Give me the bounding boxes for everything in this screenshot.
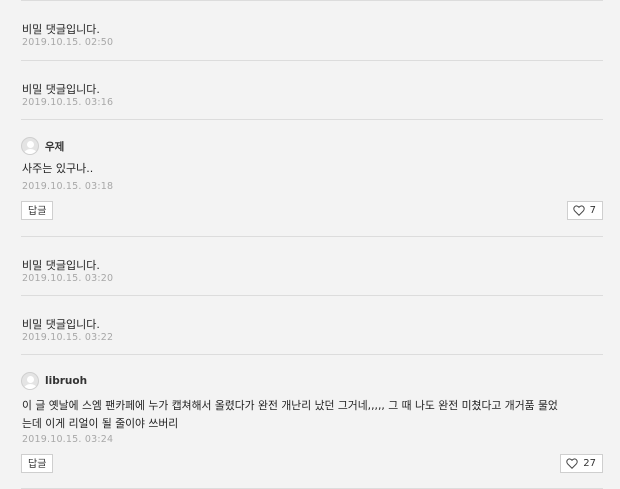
- secret-comment: 비밀 댓글입니다. 2019.10.15. 03:20: [21, 237, 603, 296]
- author-name[interactable]: libruoh: [45, 375, 87, 387]
- secret-comment-text: 비밀 댓글입니다.: [22, 83, 100, 96]
- comment-text-line: 이 글 옛날에 스엠 팬카페에 누가 캡쳐해서 올렸다가 완전 개난리 났던 그…: [22, 399, 558, 412]
- author-name[interactable]: 우제: [45, 139, 64, 154]
- secret-comment: 비밀 댓글입니다. 2019.10.15. 03:16: [21, 61, 603, 120]
- comment-text: 사주는 있구나..: [22, 162, 94, 175]
- like-button[interactable]: 27: [560, 454, 603, 473]
- comment-date: 2019.10.15. 03:16: [22, 97, 114, 108]
- secret-comment-text: 비밀 댓글입니다.: [22, 23, 100, 36]
- comment-date: 2019.10.15. 02:50: [22, 37, 114, 48]
- like-button[interactable]: 7: [566, 201, 603, 220]
- comment: libruoh 이 글 옛날에 스엠 팬카페에 누가 캡쳐해서 올렸다가 완전 …: [21, 355, 603, 489]
- default-user-avatar-icon[interactable]: [21, 372, 39, 390]
- comment-date: 2019.10.15. 03:24: [22, 434, 114, 445]
- comment-list: 비밀 댓글입니다. 2019.10.15. 02:50 비밀 댓글입니다. 20…: [21, 0, 603, 489]
- secret-comment-text: 비밀 댓글입니다.: [22, 259, 100, 272]
- reply-button[interactable]: 답글: [21, 201, 54, 220]
- comment-text: 이 글 옛날에 스엠 팬카페에 누가 캡쳐해서 올렸다가 완전 개난리 났던 그…: [22, 397, 606, 433]
- comment-author[interactable]: libruoh: [21, 371, 87, 391]
- reply-button[interactable]: 답글: [21, 454, 54, 473]
- comment-date: 2019.10.15. 03:18: [22, 181, 114, 192]
- secret-comment-text: 비밀 댓글입니다.: [22, 318, 100, 331]
- comment-date: 2019.10.15. 03:22: [22, 332, 114, 343]
- comment-author[interactable]: 우제: [21, 136, 64, 156]
- secret-comment: 비밀 댓글입니다. 2019.10.15. 03:22: [21, 296, 603, 355]
- heart-outline-icon: [566, 458, 578, 469]
- like-count: 27: [583, 458, 596, 469]
- like-count: 7: [589, 205, 596, 216]
- comment: 우제 사주는 있구나.. 2019.10.15. 03:18 답글 7: [21, 120, 603, 237]
- comment-date: 2019.10.15. 03:20: [22, 273, 114, 284]
- comment-text-line: 는데 이게 리얼이 될 줄이야 쓰버리: [22, 417, 179, 430]
- default-user-avatar-icon[interactable]: [21, 137, 39, 155]
- secret-comment: 비밀 댓글입니다. 2019.10.15. 02:50: [21, 0, 603, 61]
- heart-outline-icon: [572, 205, 585, 216]
